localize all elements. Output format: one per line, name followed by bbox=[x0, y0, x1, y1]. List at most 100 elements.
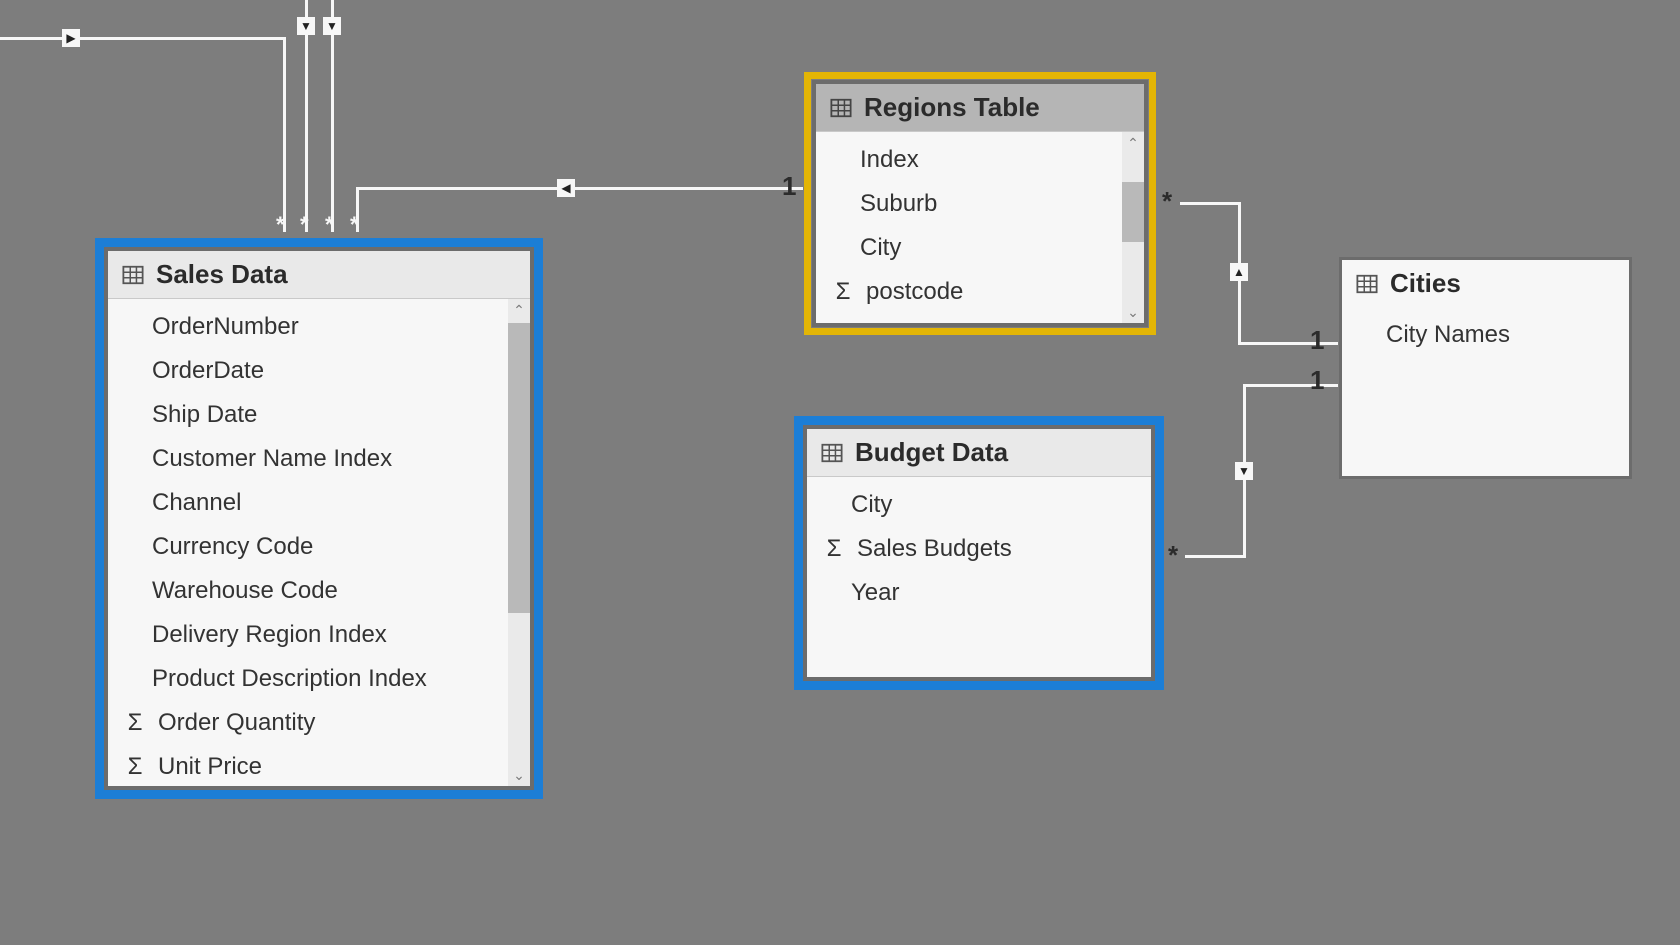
scroll-down-arrow[interactable]: ⌄ bbox=[508, 764, 530, 786]
sigma-icon: Σ bbox=[122, 709, 148, 737]
table-header[interactable]: Budget Data bbox=[807, 429, 1151, 477]
table-icon bbox=[821, 442, 843, 464]
field-name: Delivery Region Index bbox=[152, 621, 387, 649]
cardinality-many-marker: * bbox=[300, 212, 309, 238]
sigma-icon: Σ bbox=[830, 278, 856, 306]
field-name: Product Description Index bbox=[152, 665, 427, 693]
connector-segment bbox=[573, 187, 803, 190]
field-row[interactable]: Delivery Region Index bbox=[108, 613, 530, 657]
cardinality-many-marker: * bbox=[325, 212, 334, 238]
connector-segment bbox=[305, 34, 308, 232]
field-row[interactable]: City bbox=[816, 226, 1144, 270]
field-row[interactable]: Σ Unit Price bbox=[108, 745, 530, 786]
field-name: Unit Price bbox=[158, 753, 262, 781]
field-row[interactable]: Index bbox=[816, 138, 1144, 182]
table-header[interactable]: Cities bbox=[1342, 260, 1629, 307]
table-title: Cities bbox=[1390, 268, 1461, 299]
field-row[interactable]: Channel bbox=[108, 481, 530, 525]
field-name: OrderDate bbox=[152, 357, 264, 385]
cardinality-one-label: 1 bbox=[1310, 365, 1324, 396]
connector-segment bbox=[1243, 480, 1246, 558]
field-name: Ship Date bbox=[152, 401, 257, 429]
field-name: Suburb bbox=[860, 190, 937, 218]
sigma-icon: Σ bbox=[122, 753, 148, 781]
field-row[interactable]: Currency Code bbox=[108, 525, 530, 569]
cardinality-many-label: * bbox=[1168, 540, 1178, 571]
field-row[interactable]: City bbox=[807, 483, 1151, 527]
model-canvas[interactable]: ▶ ▼ ▼ ◀ * * * * 1 * ▲ 1 * ▼ 1 Sales Data bbox=[0, 0, 1680, 945]
relationship-direction-box: ▼ bbox=[1235, 462, 1253, 480]
field-name: City Names bbox=[1386, 321, 1510, 349]
field-list: City ΣSales Budgets Year bbox=[807, 477, 1151, 621]
table-card-sales-data[interactable]: Sales Data ⌃ ⌄ OrderNumber OrderDate Ship … bbox=[104, 247, 534, 790]
field-row[interactable]: OrderDate bbox=[108, 349, 530, 393]
cardinality-one-label: 1 bbox=[782, 171, 796, 202]
connector-segment bbox=[283, 37, 286, 232]
cardinality-many-label: * bbox=[1162, 186, 1172, 217]
field-name: City bbox=[860, 234, 901, 262]
field-row[interactable]: OrderNumber bbox=[108, 305, 530, 349]
field-row[interactable]: Ship Date bbox=[108, 393, 530, 437]
field-list-container: City ΣSales Budgets Year bbox=[807, 477, 1151, 677]
cardinality-many-marker: * bbox=[350, 212, 359, 238]
field-name: postcode bbox=[866, 278, 963, 306]
relationship-direction-box: ▲ bbox=[1230, 263, 1248, 281]
field-row[interactable]: Customer Name Index bbox=[108, 437, 530, 481]
relationship-direction-box: ▼ bbox=[323, 17, 341, 35]
field-list-container: ⌃ ⌄ OrderNumber OrderDate Ship Date Custome… bbox=[108, 299, 530, 786]
connector-segment bbox=[0, 37, 67, 40]
table-card-regions[interactable]: Regions Table ⌃ ⌄ IndexSuburbCityΣpostco… bbox=[812, 80, 1148, 327]
field-row[interactable]: Warehouse Code bbox=[108, 569, 530, 613]
relationship-direction-box: ▼ bbox=[297, 17, 315, 35]
relationship-direction-box: ◀ bbox=[557, 179, 575, 197]
field-row[interactable]: Product Description Index bbox=[108, 657, 530, 701]
connector-segment bbox=[1243, 384, 1246, 464]
scroll-up-arrow[interactable]: ⌃ bbox=[508, 299, 530, 321]
field-name: Index bbox=[860, 146, 919, 174]
cardinality-many-marker: * bbox=[276, 212, 285, 238]
field-row[interactable]: Σ Order Quantity bbox=[108, 701, 530, 745]
field-row[interactable]: City Names bbox=[1342, 313, 1629, 357]
connector-segment bbox=[356, 187, 559, 190]
field-name: OrderNumber bbox=[152, 313, 299, 341]
field-row[interactable]: Suburb bbox=[816, 182, 1144, 226]
field-name: City bbox=[851, 491, 892, 519]
field-list: IndexSuburbCityΣpostcode bbox=[816, 132, 1144, 320]
field-row[interactable]: ΣSales Budgets bbox=[807, 527, 1151, 571]
field-list: OrderNumber OrderDate Ship Date Customer Na… bbox=[108, 299, 530, 786]
connector-segment bbox=[1185, 555, 1245, 558]
scrollbar-thumb[interactable] bbox=[1122, 182, 1144, 242]
table-icon bbox=[830, 97, 852, 119]
table-header[interactable]: Sales Data bbox=[108, 251, 530, 299]
scroll-up-arrow[interactable]: ⌃ bbox=[1122, 132, 1144, 154]
connector-segment bbox=[331, 0, 334, 18]
table-card-budget-data[interactable]: Budget Data City ΣSales Budgets Year bbox=[803, 425, 1155, 681]
field-list: City Names bbox=[1342, 307, 1629, 363]
field-name: Channel bbox=[152, 489, 241, 517]
field-name: Year bbox=[851, 579, 900, 607]
cardinality-one-label: 1 bbox=[1310, 325, 1324, 356]
connector-segment bbox=[331, 34, 334, 232]
table-header[interactable]: Regions Table bbox=[816, 84, 1144, 132]
scroll-down-arrow[interactable]: ⌄ bbox=[1122, 301, 1144, 323]
connector-segment bbox=[305, 0, 308, 18]
field-list-container: ⌃ ⌄ IndexSuburbCityΣpostcode bbox=[816, 132, 1144, 323]
table-card-cities[interactable]: Cities City Names bbox=[1339, 257, 1632, 479]
table-icon bbox=[1356, 273, 1378, 295]
connector-segment bbox=[1180, 202, 1240, 205]
table-title: Regions Table bbox=[864, 92, 1040, 123]
connector-segment bbox=[1238, 280, 1241, 344]
table-icon bbox=[122, 264, 144, 286]
scrollbar-thumb[interactable] bbox=[508, 323, 530, 613]
field-list-container: City Names bbox=[1342, 307, 1629, 476]
connector-segment bbox=[78, 37, 286, 40]
field-row[interactable]: Σpostcode bbox=[816, 270, 1144, 314]
field-name: Customer Name Index bbox=[152, 445, 392, 473]
table-title: Sales Data bbox=[156, 259, 288, 290]
field-name: Warehouse Code bbox=[152, 577, 338, 605]
field-row[interactable]: Year bbox=[807, 571, 1151, 615]
table-title: Budget Data bbox=[855, 437, 1008, 468]
field-name: Currency Code bbox=[152, 533, 313, 561]
field-name: Order Quantity bbox=[158, 709, 315, 737]
sigma-icon: Σ bbox=[821, 535, 847, 563]
